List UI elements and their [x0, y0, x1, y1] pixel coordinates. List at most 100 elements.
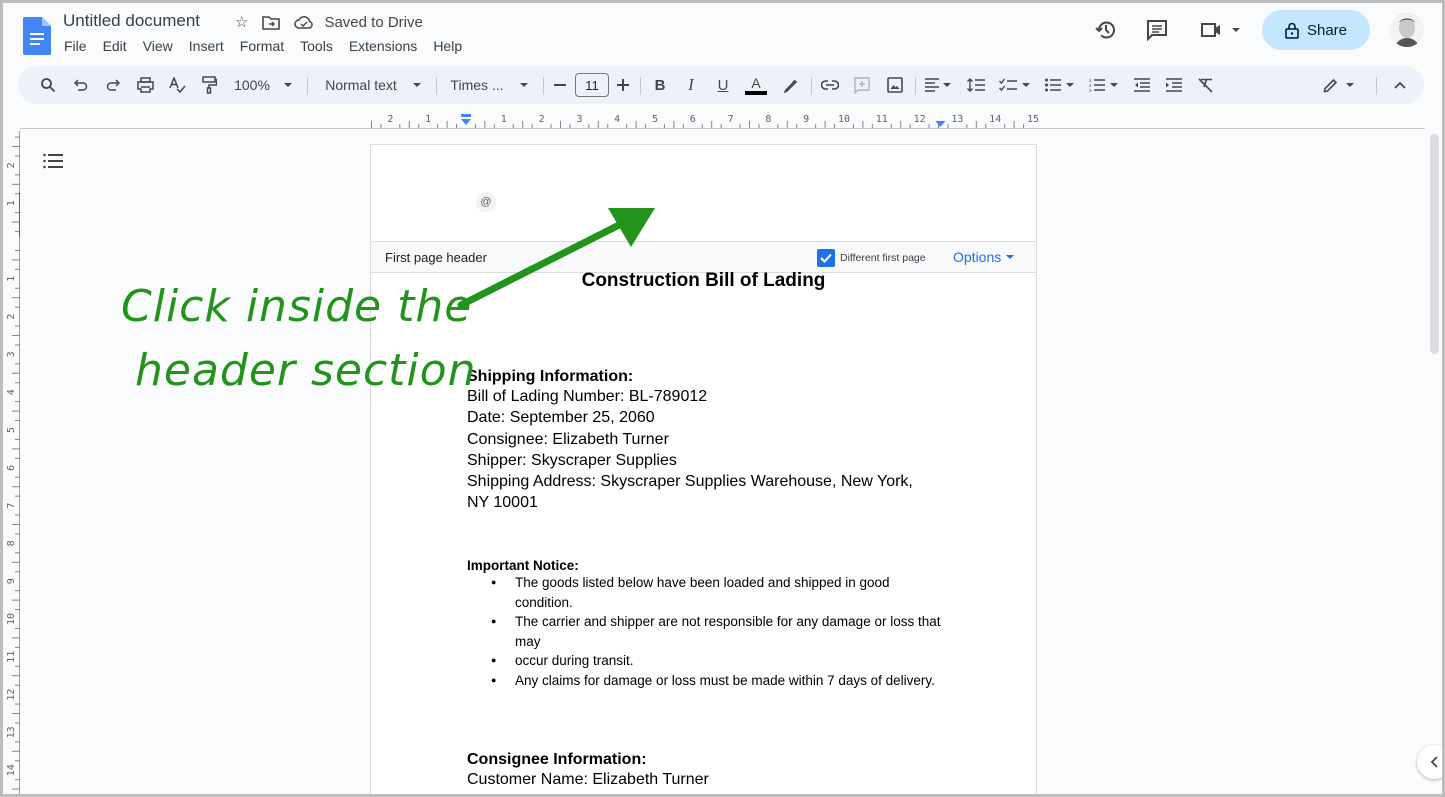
section-heading: Important Notice: [467, 558, 579, 573]
menu-insert[interactable]: Insert [189, 38, 232, 54]
star-icon[interactable]: ☆ [235, 13, 248, 31]
bold-icon[interactable]: B [648, 66, 672, 104]
zoom-select[interactable]: 100% [228, 66, 298, 104]
menu-extensions[interactable]: Extensions [349, 38, 425, 54]
increase-indent-icon[interactable] [1162, 66, 1186, 104]
different-first-page-checkbox[interactable] [817, 249, 835, 267]
cloud-saved-icon[interactable] [294, 15, 314, 29]
ruler-label: 3 [576, 114, 582, 125]
paragraph-style-select[interactable]: Normal text [318, 66, 428, 104]
share-label: Share [1306, 21, 1348, 39]
document-title[interactable]: Untitled document [63, 11, 200, 31]
different-first-page-label[interactable]: Different first page [840, 252, 926, 264]
left-indent-marker[interactable] [461, 114, 471, 125]
font-size-input[interactable]: 11 [573, 66, 611, 104]
header-margin-band [19, 191, 21, 238]
vertical-ruler-label: 12 [6, 689, 17, 701]
vertical-ruler-label: 10 [6, 613, 17, 625]
ruler-divider [20, 128, 1425, 129]
page-header-area[interactable]: @ [371, 145, 1036, 241]
annotation-line-1: Click inside the [121, 281, 473, 332]
clear-formatting-icon[interactable] [1194, 66, 1218, 104]
underline-icon[interactable]: U [711, 66, 735, 104]
bulleted-list-icon [1044, 78, 1061, 92]
vertical-ruler-label: 4 [6, 389, 17, 395]
vertical-ruler-label: 3 [6, 351, 17, 357]
decrease-indent-icon[interactable] [1130, 66, 1154, 104]
side-panel-toggle-chevron-left-icon[interactable] [1417, 745, 1442, 779]
insert-link-icon[interactable] [818, 66, 842, 104]
meet-dropdown-caret[interactable] [1232, 28, 1240, 32]
menu-format[interactable]: Format [240, 38, 292, 54]
bulleted-list-button[interactable] [1041, 66, 1077, 104]
toolbar-divider [811, 77, 812, 95]
options-caret-icon [1006, 255, 1015, 259]
menu-view[interactable]: View [143, 38, 181, 54]
increase-font-size-button[interactable] [612, 66, 634, 104]
vertical-ruler-label: 8 [6, 540, 17, 546]
decrease-font-size-button[interactable] [549, 66, 571, 104]
lock-icon [1285, 22, 1299, 39]
ruler-label: 15 [1027, 114, 1039, 125]
vertical-ruler-label: 1 [6, 200, 17, 206]
docs-logo-icon[interactable] [23, 17, 51, 55]
vertical-ruler-label: 2 [6, 314, 17, 320]
meet-button[interactable] [1198, 17, 1242, 43]
font-family-select[interactable]: Times ... [448, 66, 530, 104]
search-menus-icon[interactable] [36, 66, 60, 104]
vertical-ruler-ticks: 211234567891011121314 [6, 136, 21, 790]
checklist-button[interactable] [996, 66, 1032, 104]
font-size-value[interactable]: 11 [575, 73, 609, 97]
numbered-list-button[interactable]: 123 [1085, 66, 1121, 104]
editing-mode-button[interactable] [1318, 66, 1358, 104]
highlight-color-icon[interactable] [778, 66, 802, 104]
consignee-line: Customer Name: Elizabeth Turner [467, 771, 709, 788]
document-outline-icon[interactable] [43, 153, 63, 174]
shipping-line: Date: September 25, 2060 [467, 409, 655, 427]
style-caret [412, 83, 421, 87]
undo-icon[interactable] [69, 66, 93, 104]
section-heading: Shipping Information: [467, 368, 634, 385]
menu-edit[interactable]: Edit [103, 38, 135, 54]
zoom-caret [283, 83, 292, 87]
document-page[interactable]: @ First page header Different first page… [370, 144, 1037, 794]
version-history-icon[interactable] [1093, 17, 1119, 43]
list-item: The carrier and shipper are not responsi… [491, 612, 946, 651]
ruler-label: 2 [539, 114, 545, 125]
user-avatar[interactable] [1390, 13, 1424, 47]
notice-bullet-list: The goods listed below have been loaded … [491, 573, 946, 690]
menu-tools[interactable]: Tools [300, 38, 341, 54]
ruler-label: 6 [690, 114, 696, 125]
share-button[interactable]: Share [1262, 10, 1370, 50]
vertical-scrollbar[interactable] [1430, 134, 1439, 354]
comments-icon[interactable] [1144, 17, 1170, 43]
text-color-button[interactable]: A [743, 66, 769, 104]
insert-image-icon[interactable] [883, 66, 907, 104]
move-folder-icon[interactable] [262, 15, 281, 30]
horizontal-ruler[interactable]: 2 1 1 2 3 4 5 6 7 8 9 10 11 12 13 14 15 [370, 109, 1040, 129]
list-item: The goods listed below have been loaded … [491, 573, 946, 612]
italic-icon[interactable]: I [679, 66, 703, 104]
align-button[interactable] [921, 66, 955, 104]
hide-menus-chevron-up-icon[interactable] [1388, 66, 1412, 104]
menu-bar: File Edit View Insert Format Tools Exten… [64, 38, 478, 54]
numbered-list-icon: 123 [1089, 78, 1105, 92]
right-indent-marker[interactable] [935, 121, 946, 127]
header-options-button[interactable]: Options [953, 249, 1015, 265]
paint-format-icon[interactable] [197, 66, 221, 104]
smart-chip-at-icon[interactable]: @ [476, 192, 496, 212]
print-icon[interactable] [133, 66, 157, 104]
line-spacing-icon[interactable] [964, 66, 988, 104]
zoom-value: 100% [234, 77, 270, 93]
menu-file[interactable]: File [64, 38, 95, 54]
toolbar-divider [436, 77, 437, 95]
ruler-label: 9 [803, 114, 809, 125]
redo-icon[interactable] [101, 66, 125, 104]
editing-mode-caret [1345, 83, 1354, 87]
align-caret [943, 83, 951, 87]
add-comment-icon[interactable] [850, 66, 874, 104]
ruler-label: 11 [876, 114, 888, 125]
menu-help[interactable]: Help [433, 38, 470, 54]
vertical-ruler[interactable]: 2 1 1 2 3 4 5 6 7 8 9 10 11 12 13 14 [3, 131, 21, 794]
spellcheck-icon[interactable] [165, 66, 189, 104]
